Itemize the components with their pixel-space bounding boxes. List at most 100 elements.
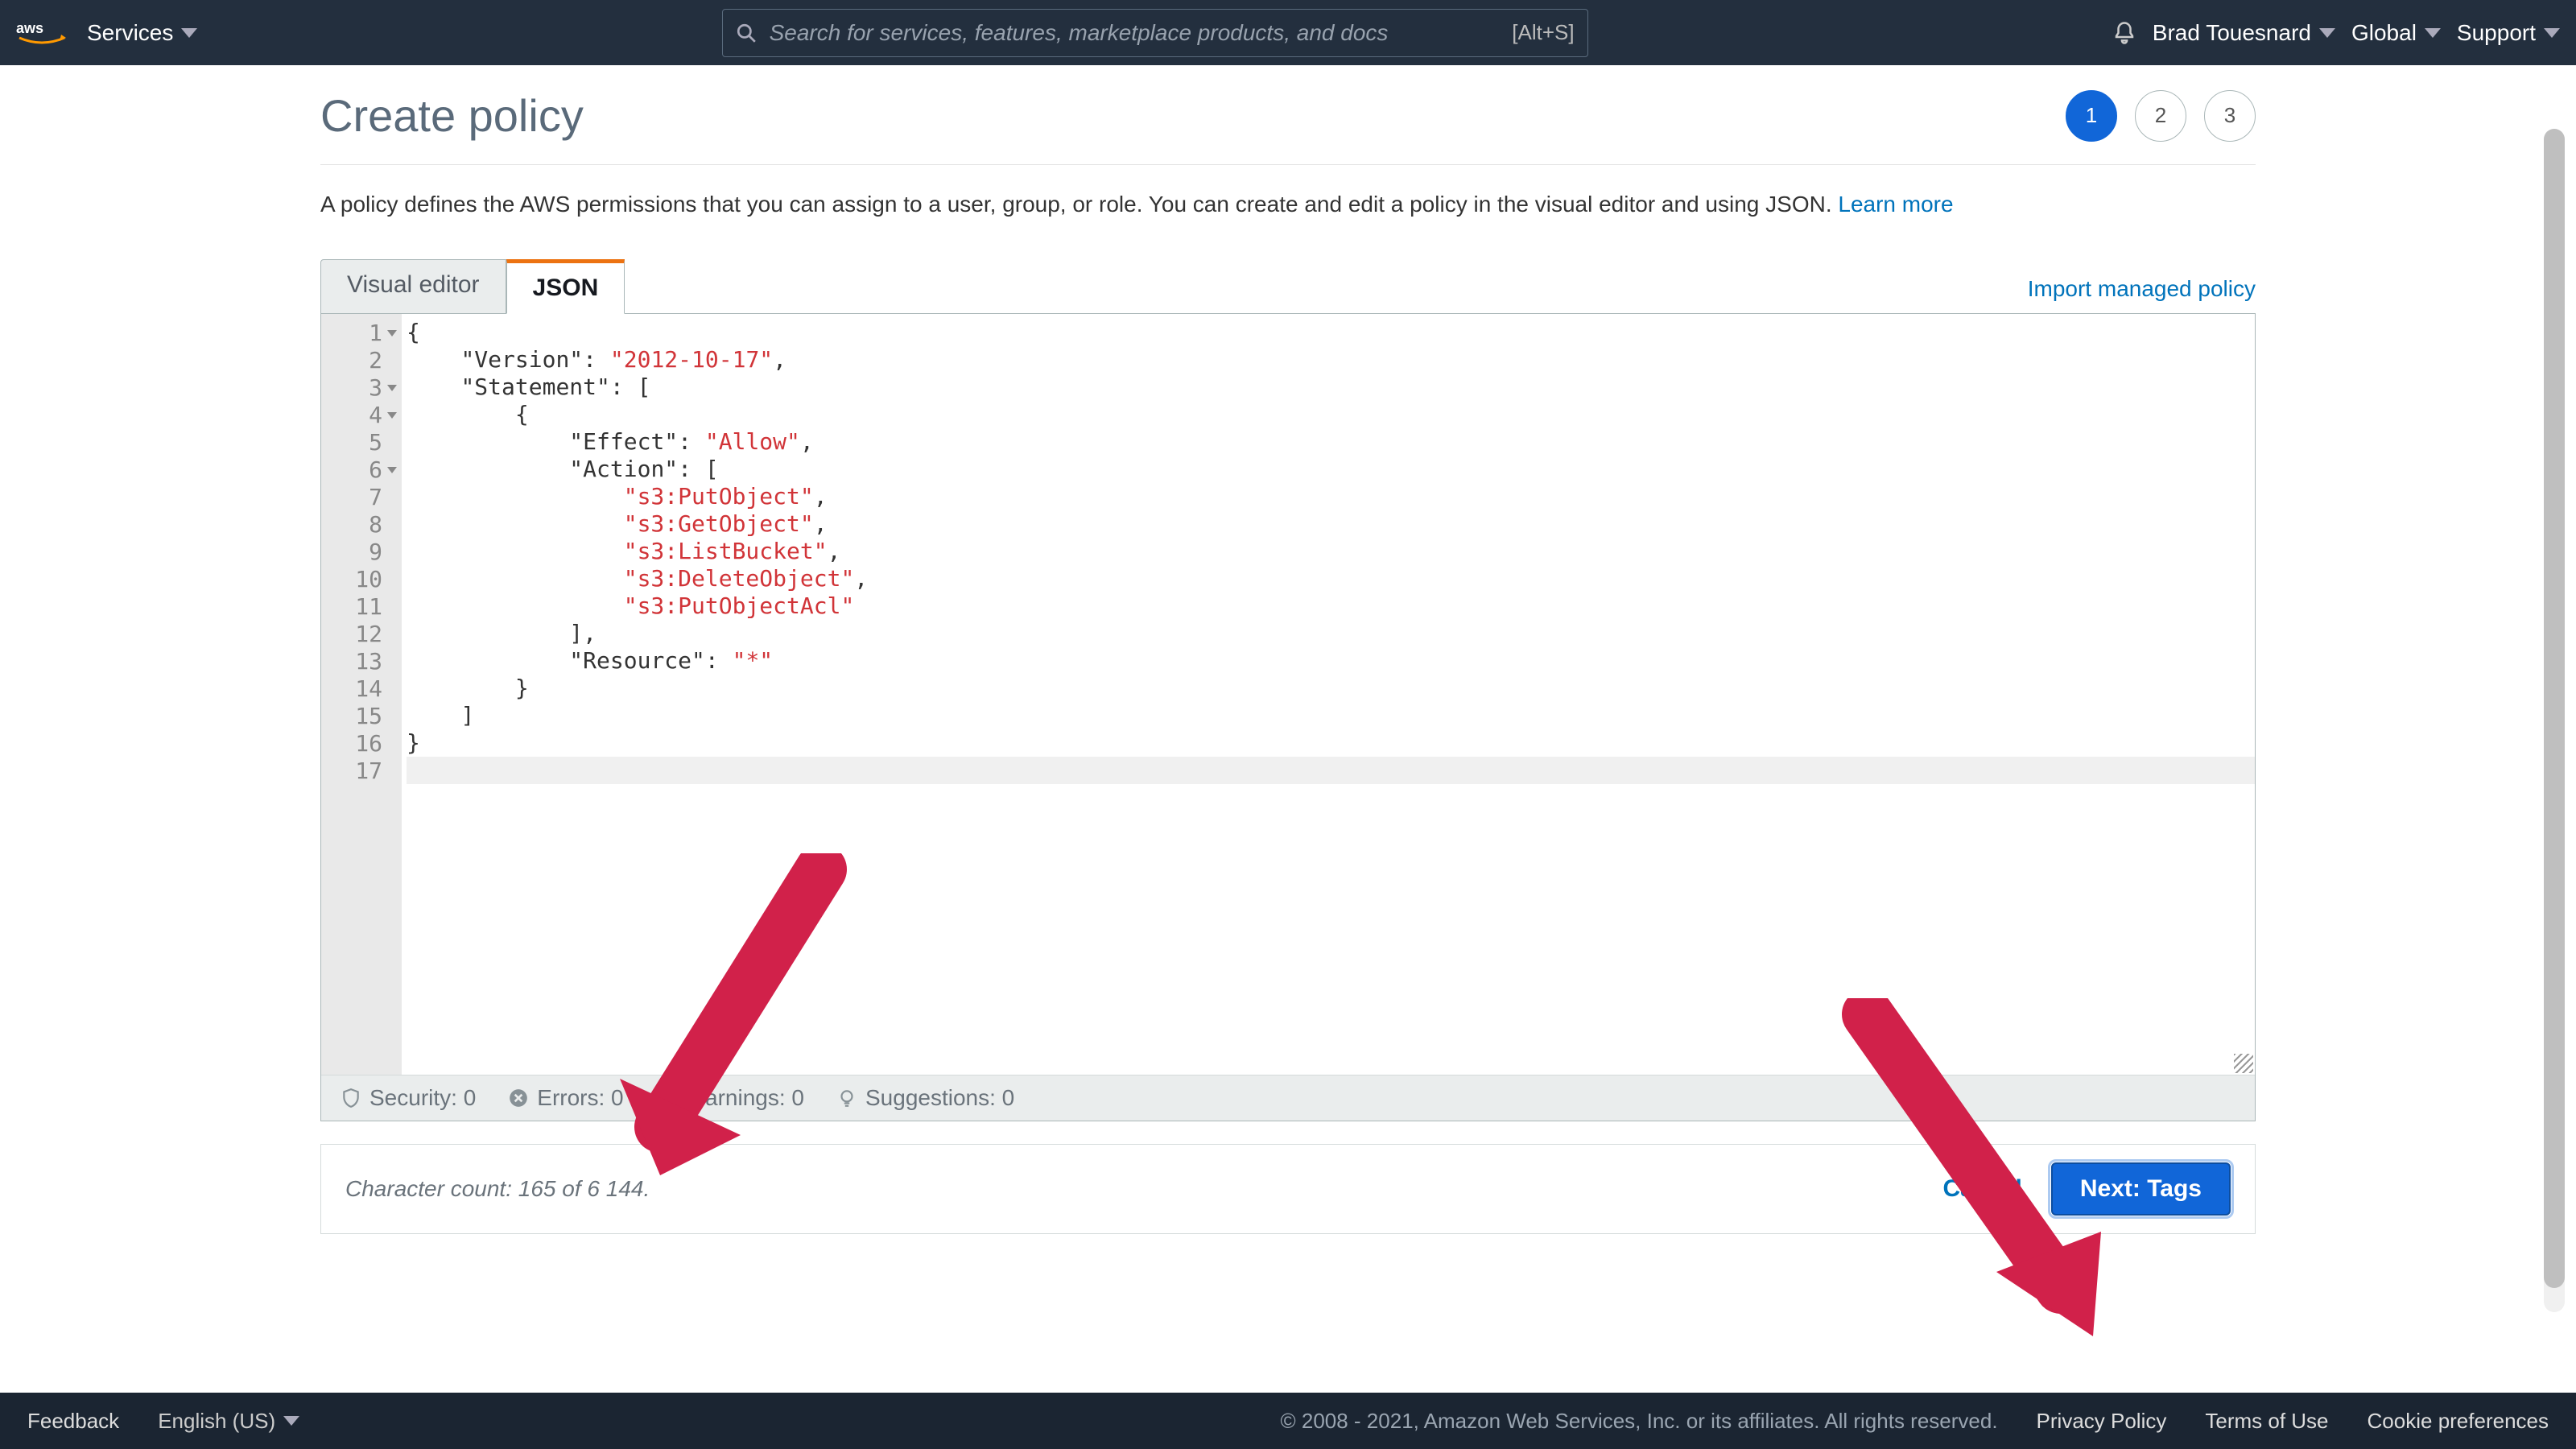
region-label: Global [2351, 20, 2417, 46]
line-number: 5 [321, 428, 402, 456]
status-suggestions: Suggestions: 0 [836, 1085, 1014, 1111]
line-number: 2 [321, 346, 402, 374]
bell-icon [2112, 21, 2136, 45]
wizard-step-2[interactable]: 2 [2135, 90, 2186, 142]
page-description-text: A policy defines the AWS permissions tha… [320, 192, 1838, 217]
aws-logo-icon: aws [16, 19, 68, 47]
status-errors-text: Errors: 0 [537, 1085, 623, 1111]
support-label: Support [2457, 20, 2536, 46]
line-number: 17 [321, 757, 402, 784]
search-kbd-hint: [Alt+S] [1512, 20, 1574, 45]
action-row: Character count: 165 of 6 144. Cancel Ne… [320, 1144, 2256, 1234]
line-number: 7 [321, 483, 402, 510]
tab-visual-editor[interactable]: Visual editor [320, 259, 506, 314]
main-content: Create policy 1 2 3 A policy defines the… [320, 65, 2256, 1234]
feedback-link[interactable]: Feedback [27, 1409, 119, 1434]
status-errors: Errors: 0 [508, 1085, 623, 1111]
line-number: 16 [321, 729, 402, 757]
caret-down-icon [2425, 28, 2441, 38]
language-selector[interactable]: English (US) [158, 1409, 299, 1434]
status-suggestions-text: Suggestions: 0 [865, 1085, 1014, 1111]
line-number: 12 [321, 620, 402, 647]
support-menu[interactable]: Support [2457, 20, 2560, 46]
tab-json[interactable]: JSON [506, 259, 625, 314]
line-number: 6 [321, 456, 402, 483]
caret-down-icon [2544, 28, 2560, 38]
code-line: { [407, 319, 2255, 346]
code-line: "Resource": "*" [407, 647, 2255, 675]
code-line: { [407, 401, 2255, 428]
line-number: 14 [321, 675, 402, 702]
import-managed-policy-link[interactable]: Import managed policy [2028, 276, 2256, 313]
services-label: Services [87, 20, 173, 46]
editor-status-bar: Security: 0 Errors: 0 Warnings: 0 Sugges… [321, 1075, 2255, 1121]
code-line: ], [407, 620, 2255, 647]
code-line: "Version": "2012-10-17", [407, 346, 2255, 374]
error-icon [508, 1088, 529, 1108]
line-number: 11 [321, 592, 402, 620]
search-box[interactable]: [Alt+S] [722, 9, 1588, 57]
editor-code-area[interactable]: { "Version": "2012-10-17", "Statement": … [402, 314, 2255, 1075]
wizard-step-3[interactable]: 3 [2204, 90, 2256, 142]
line-number: 13 [321, 647, 402, 675]
bottom-bar: Feedback English (US) © 2008 - 2021, Ama… [0, 1393, 2576, 1449]
terms-of-use-link[interactable]: Terms of Use [2205, 1409, 2328, 1434]
code-line [407, 757, 2255, 784]
line-number: 8 [321, 510, 402, 538]
caret-down-icon [181, 28, 197, 38]
line-number: 15 [321, 702, 402, 729]
top-nav: aws Services [Alt+S] Brad Touesnard [0, 0, 2576, 65]
line-number: 10 [321, 565, 402, 592]
code-line: "Action": [ [407, 456, 2255, 483]
status-security-text: Security: 0 [369, 1085, 476, 1111]
page-title: Create policy [320, 89, 584, 142]
region-menu[interactable]: Global [2351, 20, 2441, 46]
tab-row: Visual editor JSON Import managed policy [320, 258, 2256, 314]
user-menu[interactable]: Brad Touesnard [2153, 20, 2335, 46]
line-number: 1 [321, 319, 402, 346]
code-line: } [407, 675, 2255, 702]
wizard-step-1[interactable]: 1 [2066, 90, 2117, 142]
line-number: 9 [321, 538, 402, 565]
code-line: "s3:PutObjectAcl" [407, 592, 2255, 620]
divider [320, 164, 2256, 165]
search-icon [736, 23, 757, 43]
cookie-preferences-link[interactable]: Cookie preferences [2368, 1409, 2549, 1434]
aws-logo[interactable]: aws [16, 19, 87, 47]
cancel-button[interactable]: Cancel [1942, 1175, 2021, 1203]
code-line: "Effect": "Allow", [407, 428, 2255, 456]
json-editor: 1234567891011121314151617 { "Version": "… [320, 313, 2256, 1121]
character-count: Character count: 165 of 6 144. [345, 1176, 650, 1202]
editor-gutter: 1234567891011121314151617 [321, 314, 402, 1075]
language-label: English (US) [158, 1409, 275, 1434]
resize-handle[interactable] [2234, 1054, 2253, 1073]
code-line: } [407, 729, 2255, 757]
learn-more-link[interactable]: Learn more [1838, 192, 1953, 217]
next-tags-button[interactable]: Next: Tags [2051, 1162, 2231, 1216]
code-line: "s3:ListBucket", [407, 538, 2255, 565]
code-line: ] [407, 702, 2255, 729]
status-security: Security: 0 [341, 1085, 476, 1111]
scrollbar[interactable] [2544, 129, 2565, 1312]
status-warnings-text: Warnings: 0 [685, 1085, 804, 1111]
code-line: "Statement": [ [407, 374, 2255, 401]
code-line: "s3:PutObject", [407, 483, 2255, 510]
line-number: 4 [321, 401, 402, 428]
shield-icon [341, 1088, 361, 1108]
code-line: "s3:DeleteObject", [407, 565, 2255, 592]
notifications[interactable] [2112, 21, 2136, 45]
copyright-text: © 2008 - 2021, Amazon Web Services, Inc.… [1280, 1409, 1997, 1434]
scrollbar-thumb[interactable] [2544, 129, 2565, 1288]
services-menu[interactable]: Services [87, 20, 197, 46]
caret-down-icon [2319, 28, 2335, 38]
warning-icon [656, 1088, 677, 1108]
wizard-steps: 1 2 3 [2066, 90, 2256, 142]
user-name: Brad Touesnard [2153, 20, 2311, 46]
privacy-policy-link[interactable]: Privacy Policy [2037, 1409, 2167, 1434]
caret-down-icon [283, 1416, 299, 1426]
page-description: A policy defines the AWS permissions tha… [320, 188, 2256, 221]
svg-text:aws: aws [16, 20, 43, 36]
search-input[interactable] [770, 20, 1500, 46]
code-line: "s3:GetObject", [407, 510, 2255, 538]
status-warnings: Warnings: 0 [656, 1085, 804, 1111]
